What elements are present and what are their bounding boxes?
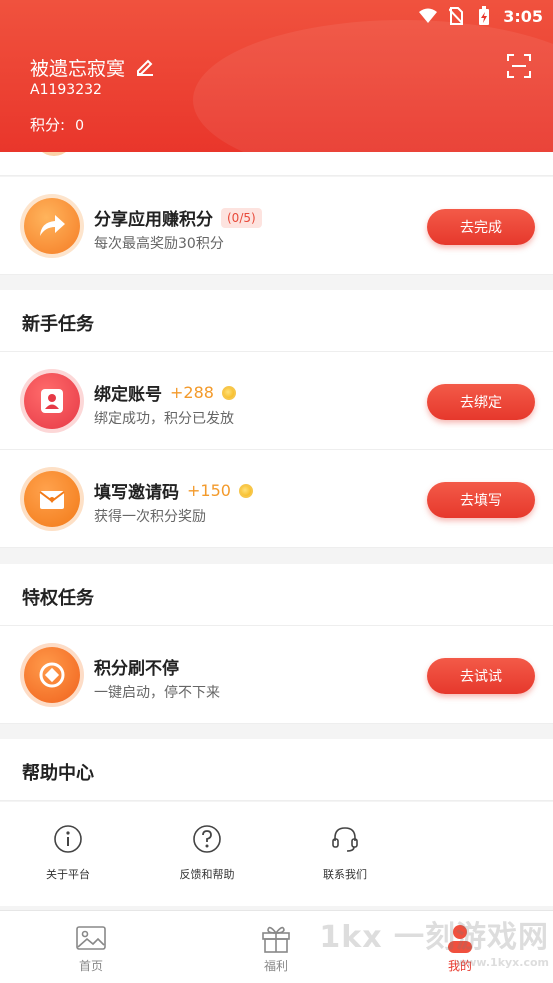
task-title-row: 填写邀请码 +150 xyxy=(94,478,253,503)
fill-in-button[interactable]: 去填写 xyxy=(427,482,535,518)
profile-header: 3:05 被遗忘寂寞 A1193232 积分: 0 xyxy=(0,0,553,152)
task-row-share: 分享应用赚积分 (0/5) 每次最高奖励30积分 去完成 xyxy=(0,177,553,275)
help-item-feedback[interactable]: 反馈和帮助 xyxy=(152,824,262,882)
watermark-url: www.1kyx.com xyxy=(456,956,549,969)
task-row-invite: 填写邀请码 +150 获得一次积分奖励 去填写 xyxy=(0,450,553,548)
username: 被遗忘寂寞 xyxy=(30,58,126,80)
task-row-points-refresh: 积分刷不停 一键启动，停不下来 去试试 xyxy=(0,626,553,724)
bind-button[interactable]: 去绑定 xyxy=(427,384,535,420)
help-item-label: 关于平台 xyxy=(46,868,90,881)
task-subtitle: 一键启动，停不下来 xyxy=(94,685,220,701)
watermark-text: 1kx 一刻游戏网 xyxy=(319,920,549,955)
nav-item-home[interactable]: 首页 xyxy=(46,921,136,974)
section-title: 帮助中心 xyxy=(22,763,94,784)
task-title-row: 绑定账号 +288 xyxy=(94,380,236,405)
points-label: 积分: xyxy=(30,116,66,134)
gift-icon xyxy=(259,921,293,955)
wifi-icon xyxy=(419,7,438,25)
nav-label: 福利 xyxy=(263,959,288,973)
nav-label: 首页 xyxy=(78,959,103,973)
scan-icon[interactable] xyxy=(507,54,531,78)
question-icon xyxy=(192,824,222,854)
task-title-row: 积分刷不停 xyxy=(94,654,179,679)
help-item-label: 联系我们 xyxy=(323,868,367,881)
user-bind-icon xyxy=(24,373,80,429)
points-display: 积分: 0 xyxy=(30,114,84,135)
share-icon xyxy=(24,198,80,254)
username-row: 被遗忘寂寞 xyxy=(30,54,155,81)
edit-icon[interactable] xyxy=(135,56,155,80)
progress-badge: (0/5) xyxy=(221,207,262,228)
watermark: 1kx 一刻游戏网 www.1kyx.com xyxy=(319,912,549,969)
task-title: 填写邀请码 xyxy=(94,483,179,503)
task-title: 分享应用赚积分 xyxy=(94,210,213,230)
task-subtitle: 每次最高奖励30积分 xyxy=(94,236,224,252)
complete-button[interactable]: 去完成 xyxy=(427,209,535,245)
task-subtitle: 获得一次积分奖励 xyxy=(94,509,206,525)
coin-icon xyxy=(221,385,236,400)
coin-icon xyxy=(238,483,253,498)
try-button[interactable]: 去试试 xyxy=(427,658,535,694)
section-title: 新手任务 xyxy=(22,314,94,335)
points-refresh-icon xyxy=(24,647,80,703)
section-newbie-header: 新手任务 xyxy=(0,290,553,352)
nav-item-welfare[interactable]: 福利 xyxy=(231,921,321,974)
points-value: 0 xyxy=(75,118,84,134)
scrolled-task-row xyxy=(0,136,553,176)
headset-icon xyxy=(330,824,360,854)
task-title: 绑定账号 xyxy=(94,385,162,405)
help-item-label: 反馈和帮助 xyxy=(179,868,235,881)
task-title-row: 分享应用赚积分 (0/5) xyxy=(94,205,262,230)
task-subtitle: 绑定成功，积分已发放 xyxy=(94,411,234,427)
section-help-header: 帮助中心 xyxy=(0,739,553,801)
battery-charging-icon xyxy=(475,6,493,25)
info-icon xyxy=(53,824,83,854)
task-row-bind: 绑定账号 +288 绑定成功，积分已发放 去绑定 xyxy=(0,352,553,450)
section-title: 特权任务 xyxy=(22,588,94,609)
status-bar: 3:05 xyxy=(0,0,553,32)
task-title: 积分刷不停 xyxy=(94,659,179,679)
section-privilege-header: 特权任务 xyxy=(0,564,553,626)
header-decoration xyxy=(193,20,553,152)
status-time: 3:05 xyxy=(503,6,543,26)
help-items: 关于平台 反馈和帮助 联系我们 xyxy=(0,802,553,906)
invite-envelope-icon xyxy=(24,471,80,527)
home-image-icon xyxy=(74,921,108,955)
bonus-points: +288 xyxy=(170,383,214,402)
bonus-points: +150 xyxy=(187,481,231,500)
help-item-contact[interactable]: 联系我们 xyxy=(290,824,400,882)
user-id: A1193232 xyxy=(30,82,102,98)
no-sim-icon xyxy=(447,7,465,25)
help-item-about[interactable]: 关于平台 xyxy=(13,824,123,882)
